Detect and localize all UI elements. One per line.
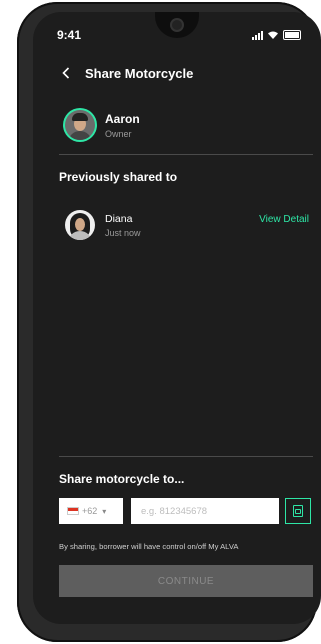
status-time: 9:41 — [57, 28, 82, 42]
contact-book-icon — [293, 505, 303, 517]
phone-input-row: +62 ▾ — [59, 498, 311, 524]
indonesia-flag-icon — [67, 507, 79, 515]
divider — [59, 154, 313, 155]
page-title: Share Motorcycle — [85, 65, 194, 81]
divider — [59, 456, 313, 457]
phone-frame: 9:41 Share Motorcycle Aaron Owner Previo… — [17, 2, 321, 642]
app-header: Share Motorcycle — [57, 64, 193, 82]
phone-number-input[interactable] — [131, 498, 279, 524]
owner-avatar — [65, 110, 95, 140]
signal-icon — [252, 30, 263, 40]
continue-button[interactable]: CONTINUE — [59, 565, 313, 597]
borrower-time: Just now — [105, 227, 141, 238]
battery-icon — [283, 30, 301, 40]
previously-shared-heading: Previously shared to — [59, 170, 178, 184]
borrower-name: Diana — [105, 212, 133, 225]
country-code-value: +62 — [82, 506, 98, 516]
view-detail-link[interactable]: View Detail — [259, 214, 309, 225]
country-code-select[interactable]: +62 ▾ — [59, 498, 123, 524]
borrower-avatar — [65, 210, 95, 240]
share-form-heading: Share motorcycle to... — [59, 472, 185, 486]
share-note: By sharing, borrower will have control o… — [59, 542, 239, 551]
owner-name: Aaron — [105, 111, 140, 126]
chevron-left-icon — [62, 67, 70, 79]
status-icons — [252, 30, 301, 40]
owner-role: Owner — [105, 128, 132, 139]
list-item: Diana Just now View Detail — [65, 210, 309, 240]
wifi-icon — [268, 31, 278, 39]
owner-card: Aaron Owner — [65, 110, 140, 140]
back-button[interactable] — [57, 64, 75, 82]
status-bar: 9:41 — [33, 28, 321, 46]
contact-picker-button[interactable] — [285, 498, 311, 524]
app-screen: 9:41 Share Motorcycle Aaron Owner Previo… — [33, 12, 321, 624]
chevron-down-icon: ▾ — [102, 506, 107, 516]
